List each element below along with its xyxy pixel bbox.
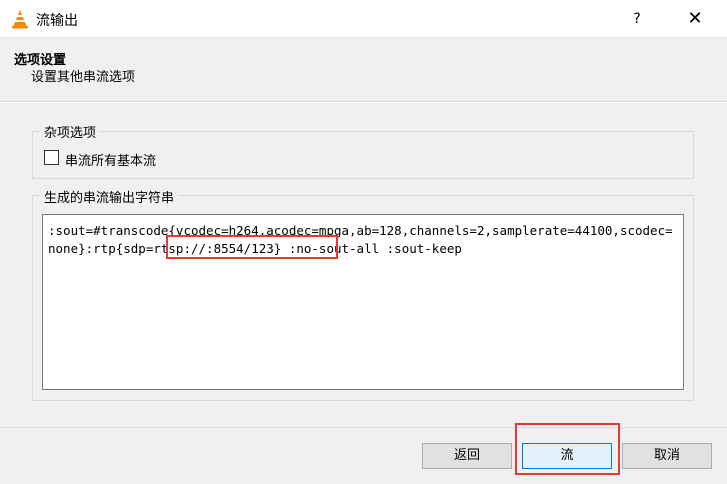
- stream-button[interactable]: 流: [522, 443, 612, 469]
- back-button[interactable]: 返回: [422, 443, 512, 469]
- stream-all-es-checkbox[interactable]: [44, 150, 59, 165]
- vlc-cone-icon: [12, 10, 28, 29]
- sout-string-textarea[interactable]: :sout=#transcode{vcodec=h264,acodec=mpga…: [42, 214, 684, 390]
- window-title: 流输出: [36, 13, 78, 29]
- wizard-header: 选项设置 设置其他串流选项: [0, 38, 727, 102]
- cancel-button[interactable]: 取消: [622, 443, 712, 469]
- title-bar: 流输出 ? ✕: [0, 0, 727, 38]
- stream-all-es-label: 串流所有基本流: [65, 154, 157, 169]
- footer-separator: [0, 427, 727, 428]
- misc-options-title: 杂项选项: [40, 122, 101, 141]
- output-string-title: 生成的串流输出字符串: [40, 187, 179, 206]
- header-subtitle: 设置其他串流选项: [31, 70, 136, 85]
- close-button[interactable]: ✕: [672, 4, 718, 34]
- help-button[interactable]: ?: [614, 4, 660, 34]
